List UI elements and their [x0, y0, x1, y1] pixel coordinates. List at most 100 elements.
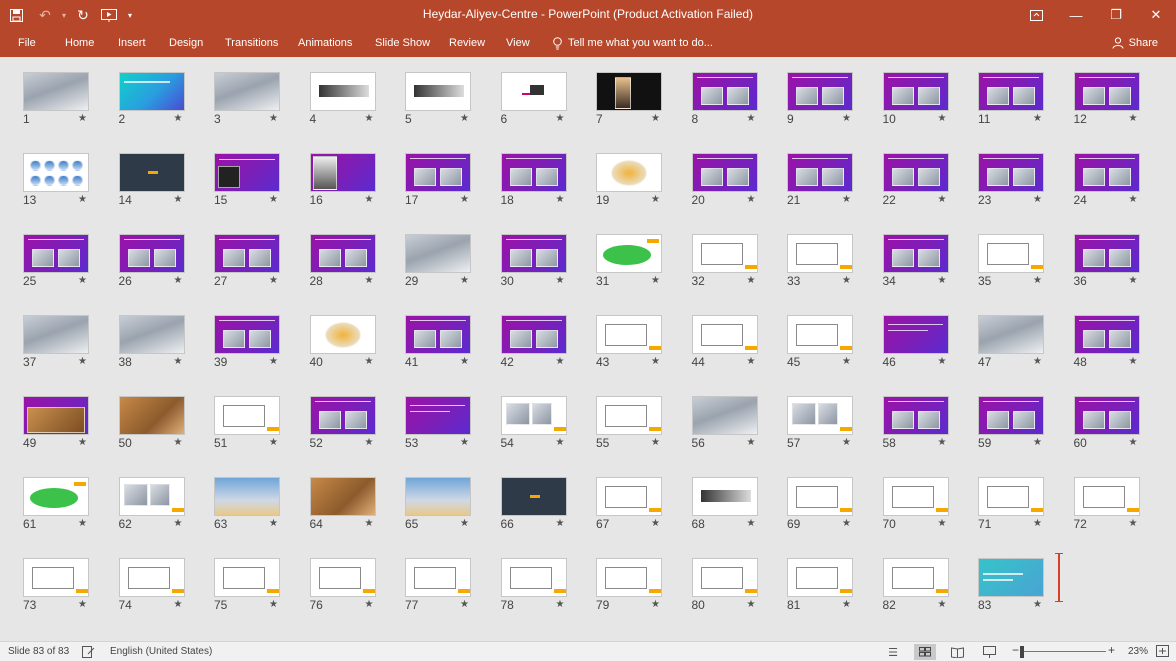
slide-thumbnail-6[interactable]: 6 ★: [500, 72, 578, 142]
close-icon[interactable]: ✕: [1136, 0, 1176, 30]
slide-thumbnail-44[interactable]: 44 ★: [691, 315, 769, 385]
slide-thumbnail-7[interactable]: 7 ★: [595, 72, 673, 142]
slide-preview[interactable]: [978, 477, 1044, 516]
slide-thumbnail-27[interactable]: 27 ★: [213, 234, 291, 304]
slide-preview[interactable]: [978, 72, 1044, 111]
animation-star-icon[interactable]: ★: [747, 113, 756, 124]
slide-preview[interactable]: [500, 153, 567, 192]
slide-preview[interactable]: [978, 153, 1044, 192]
animation-star-icon[interactable]: ★: [174, 437, 183, 448]
animation-star-icon[interactable]: ★: [556, 599, 565, 610]
animation-star-icon[interactable]: ★: [269, 194, 278, 205]
animation-star-icon[interactable]: ★: [1033, 518, 1042, 529]
slide-preview[interactable]: [882, 396, 949, 435]
slide-thumbnail-71[interactable]: 71 ★: [977, 477, 1055, 547]
slide-sorter-view-icon[interactable]: [914, 644, 936, 660]
animation-star-icon[interactable]: ★: [842, 437, 851, 448]
slide-preview[interactable]: [882, 477, 949, 516]
slide-thumbnail-67[interactable]: 67 ★: [595, 477, 673, 547]
animation-star-icon[interactable]: ★: [365, 275, 374, 286]
slide-preview[interactable]: [1073, 153, 1140, 192]
slide-preview[interactable]: [118, 234, 185, 273]
slide-thumbnail-51[interactable]: 51 ★: [213, 396, 291, 466]
animation-star-icon[interactable]: ★: [842, 518, 851, 529]
slide-preview[interactable]: [596, 558, 662, 597]
slide-thumbnail-82[interactable]: 82 ★: [882, 558, 960, 628]
animation-star-icon[interactable]: ★: [174, 356, 183, 367]
animation-star-icon[interactable]: ★: [460, 599, 469, 610]
slide-preview[interactable]: [23, 153, 89, 192]
slide-preview[interactable]: [596, 396, 662, 435]
slide-thumbnail-38[interactable]: 38 ★: [118, 315, 196, 385]
animation-star-icon[interactable]: ★: [269, 356, 278, 367]
save-icon[interactable]: [0, 0, 32, 30]
animation-star-icon[interactable]: ★: [1129, 275, 1138, 286]
slide-thumbnail-31[interactable]: 31 ★: [595, 234, 673, 304]
slide-preview[interactable]: [691, 234, 758, 273]
slide-preview[interactable]: [214, 234, 280, 273]
slide-thumbnail-48[interactable]: 48 ★: [1073, 315, 1151, 385]
animation-star-icon[interactable]: ★: [78, 518, 87, 529]
zoom-level[interactable]: 23%: [1128, 645, 1148, 659]
slide-thumbnail-35[interactable]: 35 ★: [977, 234, 1055, 304]
slide-thumbnail-4[interactable]: 4 ★: [309, 72, 387, 142]
slide-thumbnail-15[interactable]: 15 ★: [213, 153, 291, 223]
slide-preview[interactable]: [309, 153, 376, 192]
slide-preview[interactable]: [596, 72, 662, 111]
slide-thumbnail-75[interactable]: 75 ★: [213, 558, 291, 628]
slide-preview[interactable]: [214, 72, 280, 111]
animation-star-icon[interactable]: ★: [556, 437, 565, 448]
slide-thumbnail-39[interactable]: 39 ★: [213, 315, 291, 385]
reading-view-icon[interactable]: [946, 644, 968, 660]
slide-preview[interactable]: [691, 558, 758, 597]
tab-insert[interactable]: Insert: [118, 34, 146, 52]
slide-show-view-icon[interactable]: [978, 644, 1000, 660]
slide-thumbnail-12[interactable]: 12 ★: [1073, 72, 1151, 142]
slide-thumbnail-83[interactable]: 83 ★: [977, 558, 1055, 628]
slide-thumbnail-9[interactable]: 9 ★: [786, 72, 864, 142]
tab-transitions[interactable]: Transitions: [225, 34, 278, 52]
animation-star-icon[interactable]: ★: [78, 194, 87, 205]
slide-preview[interactable]: [882, 558, 949, 597]
slide-thumbnail-46[interactable]: 46 ★: [882, 315, 960, 385]
slide-thumbnail-30[interactable]: 30 ★: [500, 234, 578, 304]
slide-thumbnail-68[interactable]: 68 ★: [691, 477, 769, 547]
customize-qat-icon[interactable]: ▾: [122, 0, 138, 30]
slide-thumbnail-77[interactable]: 77 ★: [404, 558, 482, 628]
slide-preview[interactable]: [787, 477, 853, 516]
slide-thumbnail-26[interactable]: 26 ★: [118, 234, 196, 304]
animation-star-icon[interactable]: ★: [938, 437, 947, 448]
animation-star-icon[interactable]: ★: [651, 275, 660, 286]
slide-preview[interactable]: [596, 234, 662, 273]
slide-preview[interactable]: [214, 315, 280, 354]
slide-preview[interactable]: [309, 72, 376, 111]
slide-preview[interactable]: [214, 477, 280, 516]
slide-preview[interactable]: [23, 558, 89, 597]
animation-star-icon[interactable]: ★: [747, 599, 756, 610]
animation-star-icon[interactable]: ★: [842, 275, 851, 286]
slide-thumbnail-56[interactable]: 56 ★: [691, 396, 769, 466]
slide-preview[interactable]: [309, 477, 376, 516]
animation-star-icon[interactable]: ★: [651, 194, 660, 205]
animation-star-icon[interactable]: ★: [747, 356, 756, 367]
animation-star-icon[interactable]: ★: [269, 275, 278, 286]
fit-slide-icon[interactable]: [1156, 645, 1169, 659]
slide-thumbnail-33[interactable]: 33 ★: [786, 234, 864, 304]
slide-preview[interactable]: [596, 153, 662, 192]
slide-preview[interactable]: [500, 315, 567, 354]
slide-preview[interactable]: [23, 315, 89, 354]
slide-thumbnail-43[interactable]: 43 ★: [595, 315, 673, 385]
tab-file[interactable]: File: [18, 34, 36, 52]
slide-preview[interactable]: [691, 477, 758, 516]
animation-star-icon[interactable]: ★: [651, 599, 660, 610]
ribbon-display-options-icon[interactable]: [1016, 0, 1056, 30]
slide-thumbnail-20[interactable]: 20 ★: [691, 153, 769, 223]
slide-thumbnail-10[interactable]: 10 ★: [882, 72, 960, 142]
animation-star-icon[interactable]: ★: [174, 275, 183, 286]
slide-thumbnail-2[interactable]: 2 ★: [118, 72, 196, 142]
tab-view[interactable]: View: [506, 34, 530, 52]
slide-thumbnail-64[interactable]: 64 ★: [309, 477, 387, 547]
animation-star-icon[interactable]: ★: [174, 194, 183, 205]
animation-star-icon[interactable]: ★: [460, 356, 469, 367]
slide-thumbnail-45[interactable]: 45 ★: [786, 315, 864, 385]
